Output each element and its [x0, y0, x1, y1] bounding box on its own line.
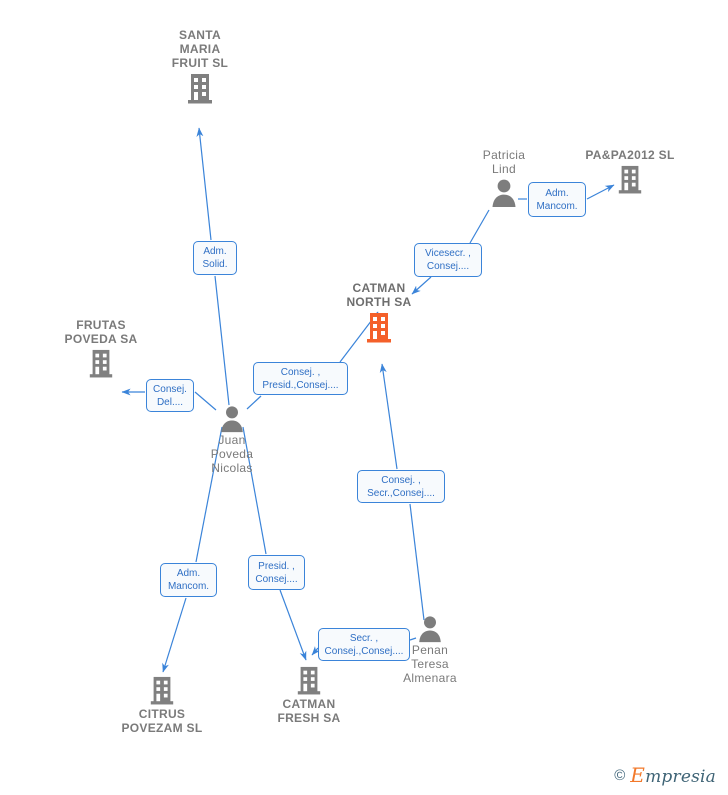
relation-label-secr-consej-consej[interactable]: Secr. , Consej.,Consej.... [318, 628, 410, 661]
person-icon [192, 403, 272, 433]
relation-label-adm-mancom-citrus[interactable]: Adm. Mancom. [160, 563, 217, 597]
node-label-papa2012: PA&PA2012 SL [585, 148, 675, 162]
node-label-catman-north: CATMAN NORTH SA [346, 281, 412, 309]
relation-label-consej-del[interactable]: Consej. Del.... [146, 379, 194, 412]
node-label-citrus-povezam: CITRUS POVEZAM SL [121, 707, 203, 735]
node-citrus-povezam[interactable]: CITRUS POVEZAM SL [112, 673, 212, 735]
relation-label-vicesecr-consej[interactable]: Vicesecr. , Consej.... [414, 243, 482, 277]
relation-label-consej-secr-consej[interactable]: Consej. , Secr.,Consej.... [357, 470, 445, 503]
node-label-juan-poveda-nicolas: Juan Poveda Nicolas [210, 433, 254, 475]
node-label-catman-fresh: CATMAN FRESH SA [277, 697, 341, 725]
node-label-patricia-lind: Patricia Lind [482, 148, 526, 176]
relation-label-presid-consej[interactable]: Presid. , Consej.... [248, 555, 305, 590]
relation-label-consej-presid-consej[interactable]: Consej. , Presid.,Consej.... [253, 362, 348, 395]
relation-label-adm-solid[interactable]: Adm. Solid. [193, 241, 237, 275]
building-icon [112, 673, 212, 707]
building-icon [155, 70, 245, 106]
node-papa2012[interactable]: PA&PA2012 SL [580, 148, 680, 196]
watermark: © Empresia [614, 763, 716, 787]
copyright-icon: © [614, 766, 626, 784]
brand-logo: Empresia [630, 763, 716, 787]
brand-initial: E [630, 763, 646, 787]
node-frutas-poveda[interactable]: FRUTAS POVEDA SA [55, 318, 147, 380]
relation-label-adm-mancom-papa2012[interactable]: Adm. Mancom. [528, 182, 586, 217]
node-label-santa-maria-fruit: SANTA MARIA FRUIT SL [171, 28, 229, 70]
building-icon [334, 309, 424, 345]
node-santa-maria-fruit[interactable]: SANTA MARIA FRUIT SL [155, 28, 245, 106]
node-label-frutas-poveda: FRUTAS POVEDA SA [64, 318, 138, 346]
node-catman-fresh[interactable]: CATMAN FRESH SA [263, 663, 355, 725]
relationship-graph-canvas [121, 127, 615, 673]
building-icon [580, 162, 680, 196]
building-icon [263, 663, 355, 697]
node-catman-north[interactable]: CATMAN NORTH SA [334, 281, 424, 345]
building-icon [55, 346, 147, 380]
brand-name-rest: mpresia [645, 767, 716, 787]
node-juan-poveda-nicolas[interactable]: Juan Poveda Nicolas [192, 403, 272, 475]
